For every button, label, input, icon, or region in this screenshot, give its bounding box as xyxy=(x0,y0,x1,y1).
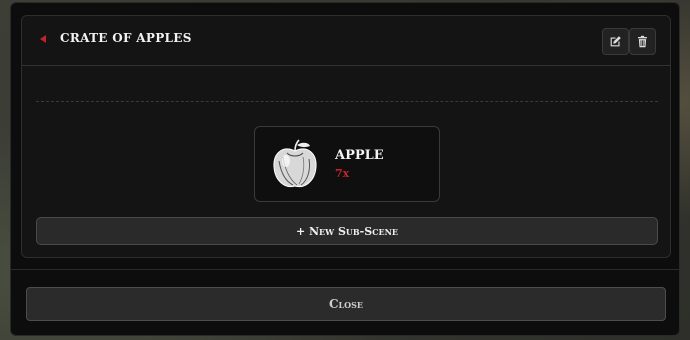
edit-button[interactable] xyxy=(602,28,629,55)
scene-title: Crate of Apples xyxy=(60,31,192,45)
close-button[interactable]: Close xyxy=(26,287,666,321)
footer-divider xyxy=(11,269,679,270)
item-quantity: 7x xyxy=(335,167,350,180)
scene-card: Crate of Apples xyxy=(21,15,671,258)
divider xyxy=(36,101,658,102)
apple-sketch-icon xyxy=(273,139,317,188)
delete-button[interactable] xyxy=(629,28,656,55)
item-card[interactable]: Apple 7x xyxy=(254,126,440,202)
scene-modal: Crate of Apples xyxy=(10,2,680,336)
scene-header: Crate of Apples xyxy=(22,16,670,66)
trash-icon xyxy=(638,35,647,48)
pencil-edit-icon xyxy=(610,36,621,47)
new-sub-scene-button[interactable]: + New Sub-Scene xyxy=(36,217,658,245)
collapse-arrow-icon[interactable] xyxy=(40,35,46,43)
item-name: Apple xyxy=(335,148,384,163)
